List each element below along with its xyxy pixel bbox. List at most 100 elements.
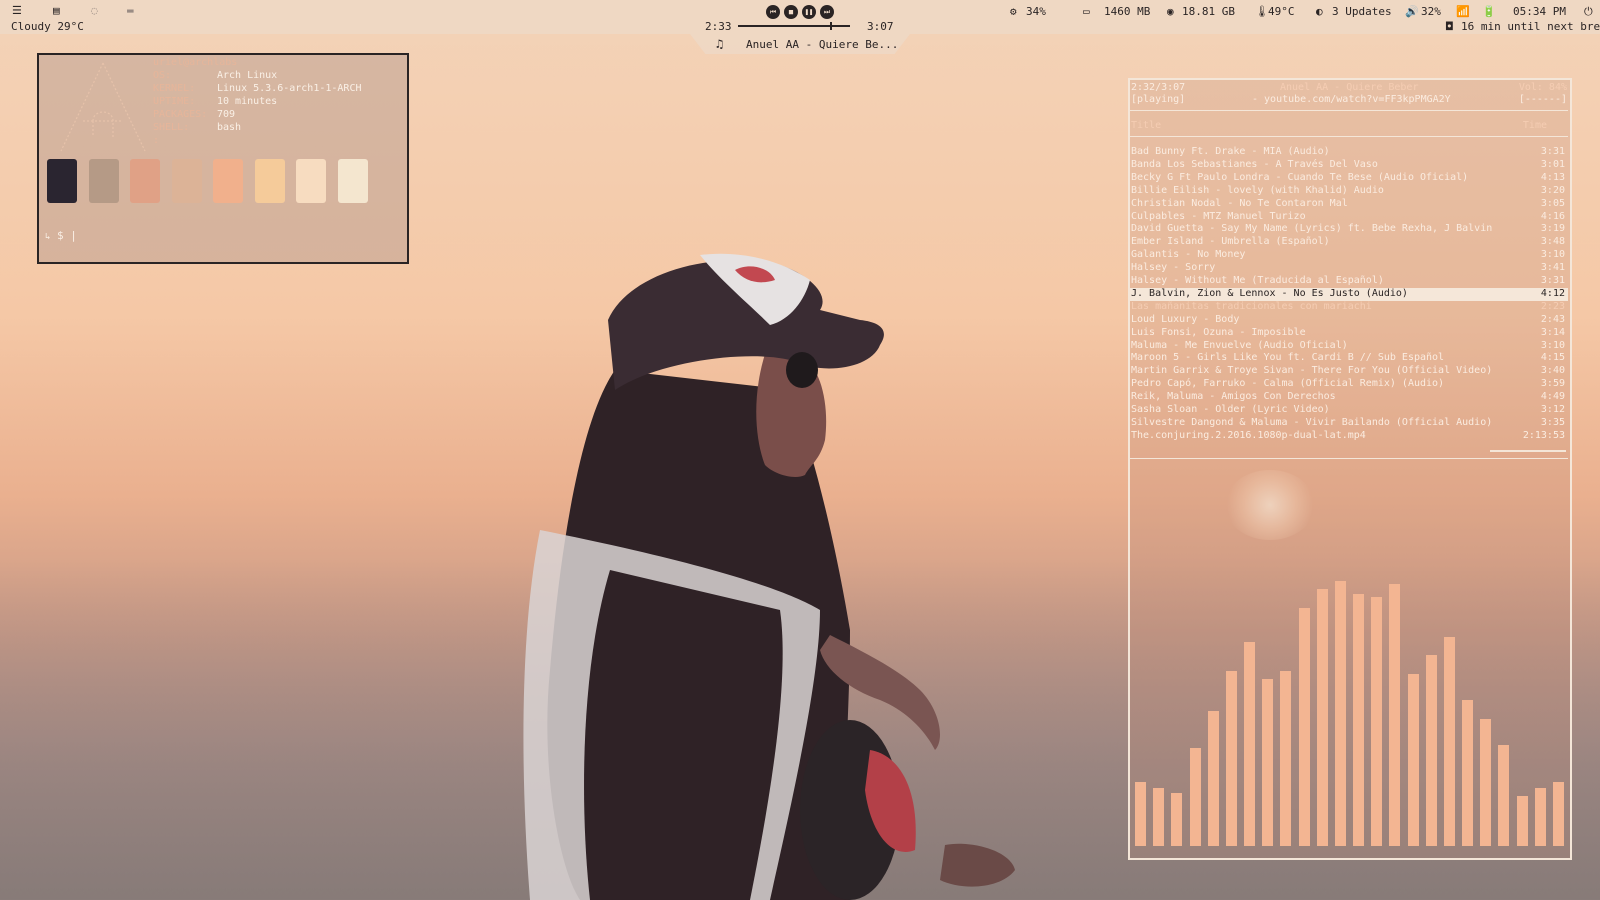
track-title: Las mañanitas tradicionales con mariachi — [1131, 300, 1372, 312]
playlist-row[interactable]: Luis Fonsi, Ozuna - Imposible 3:14 — [1130, 327, 1568, 340]
visualizer-bar — [1189, 747, 1201, 846]
track-duration: 3:40 — [1540, 365, 1565, 377]
next-icon[interactable]: ⏭ — [820, 5, 834, 19]
visualizer-bar — [1298, 607, 1310, 846]
ram-icon: ▭ — [1083, 5, 1090, 18]
updates-label[interactable]: 3 Updates — [1332, 5, 1392, 18]
track-title: Pedro Capó, Farruko - Calma (Official Re… — [1131, 378, 1445, 390]
track-duration: 3:48 — [1540, 236, 1565, 248]
column-title: Title — [1131, 120, 1162, 131]
track-title: Maluma - Me Envuelve (Audio Oficial) — [1131, 339, 1348, 351]
playlist-row[interactable]: Galantis - No Money 3:10 — [1130, 249, 1568, 262]
playlist-row[interactable]: Banda Los Sebastianes - A Través Del Vas… — [1130, 159, 1568, 172]
wifi-icon[interactable]: 📶 — [1456, 5, 1470, 18]
visualizer-bar — [1353, 594, 1364, 846]
playlist-row[interactable]: J. Balvin, Zion & Lennox - No Es Justo (… — [1130, 287, 1568, 301]
folder-icon[interactable]: ▬ — [127, 4, 134, 17]
visualizer-bar — [1425, 655, 1437, 846]
media-progress-knob[interactable] — [829, 22, 832, 30]
power-icon[interactable]: ⏻ — [1584, 5, 1593, 19]
media-progress-fill — [738, 25, 830, 27]
track-duration: 4:49 — [1540, 391, 1565, 403]
previous-icon[interactable]: ⏮ — [766, 5, 780, 19]
break-notice: 16 min until next break — [1461, 20, 1600, 33]
track-title: David Guetta - Say My Name (Lyrics) ft. … — [1131, 223, 1493, 235]
playlist-row[interactable]: Maroon 5 - Girls Like You ft. Cardi B //… — [1130, 352, 1568, 365]
color-swatch — [254, 159, 285, 203]
playlist-row[interactable]: Billie Eilish - lovely (with Khalid) Aud… — [1130, 185, 1568, 198]
playlist-row[interactable]: Pedro Capó, Farruko - Calma (Official Re… — [1130, 378, 1568, 391]
playlist-row[interactable]: Christian Nodal - No Te Contaron Mal 3:05 — [1130, 198, 1568, 211]
playlist-row[interactable]: Reik, Maluma - Amigos Con Derechos 4:49 — [1130, 391, 1568, 404]
player-state: [playing] — [1131, 94, 1186, 105]
playlist-row[interactable]: Becky G Ft Paulo Londra - Cuando Te Bese… — [1130, 172, 1568, 185]
playlist-row[interactable]: Sasha Sloan - Older (Lyric Video) 3:12 — [1130, 404, 1568, 417]
color-swatch — [213, 159, 243, 203]
track-title: Billie Eilish - lovely (with Khalid) Aud… — [1131, 184, 1384, 196]
playlist-row[interactable]: Halsey - Sorry 3:41 — [1130, 262, 1568, 275]
playlist-row[interactable]: Culpables - MTZ Manuel Turizo 4:16 — [1130, 211, 1568, 224]
neofetch-terminal[interactable]: uriel@archlabs OS: Arch Linux KERNEL: Linux… — [37, 53, 409, 264]
track-title: Culpables - MTZ Manuel Turizo — [1131, 210, 1306, 222]
track-duration: 3:20 — [1540, 184, 1565, 196]
visualizer-bar — [1225, 671, 1237, 846]
header-divider — [1130, 136, 1568, 137]
player-divider — [1130, 110, 1568, 111]
track-title: Galantis - No Money — [1131, 249, 1246, 261]
playlist-row[interactable]: Ember Island - Umbrella (Español) 3:48 — [1130, 236, 1568, 249]
break-icon: ◘ — [1446, 20, 1453, 33]
neofetch-cursor: : — [153, 135, 160, 146]
terminal-icon[interactable]: ▤ — [53, 4, 60, 17]
visualizer-bar — [1244, 641, 1255, 846]
cpu-icon: ⚙ — [1010, 5, 1017, 18]
playlist-row[interactable]: Halsey - Without Me (Traducida al Españo… — [1130, 275, 1568, 288]
media-progress[interactable] — [738, 22, 850, 30]
track-duration: 2:13:53 — [1522, 429, 1565, 441]
playlist-row[interactable]: Bad Bunny Ft. Drake - MIA (Audio) 3:31 — [1130, 146, 1568, 159]
battery-icon: 🔋 — [1482, 5, 1496, 18]
color-swatch — [296, 159, 326, 203]
visualizer-bar — [1262, 679, 1274, 846]
pause-icon[interactable]: ❚❚ — [802, 5, 816, 19]
color-swatch — [47, 159, 77, 203]
media-total: 3:07 — [867, 20, 894, 33]
player-url: - youtube.com/watch?v=FF3kpPMGA2Y — [1252, 94, 1451, 105]
neofetch-key: OS: — [153, 70, 172, 81]
track-title: Maroon 5 - Girls Like You ft. Cardi B //… — [1131, 352, 1445, 364]
track-duration: 3:05 — [1540, 197, 1565, 209]
shell-prompt[interactable]: ↳ $ | — [45, 229, 77, 242]
playlist-row[interactable]: Martin Garrix & Troye Sivan - There For … — [1130, 365, 1568, 378]
clock[interactable]: 05:34 PM — [1513, 5, 1566, 18]
playlist-row[interactable]: Maluma - Me Envuelve (Audio Oficial) 3:10 — [1130, 340, 1568, 353]
track-duration: 3:41 — [1540, 262, 1565, 274]
disk-usage: 18.81 GB — [1182, 5, 1235, 18]
top-panel: ☰ ▤ ◌ ▬ Cloudy 29°C 2:33 ⏮ ■ ❚❚ ⏭ 3:07 ⚙… — [0, 0, 1600, 34]
visualizer-bar — [1316, 588, 1328, 846]
audio-visualizer — [1130, 464, 1568, 858]
playlist-row[interactable]: Las mañanitas tradicionales con mariachi… — [1130, 301, 1568, 314]
visualizer-bar — [1334, 581, 1346, 846]
neofetch-value: 10 minutes — [217, 96, 278, 107]
menu-icon[interactable]: ☰ — [12, 4, 22, 17]
player-flags: [------] — [1518, 94, 1567, 105]
updates-icon: ◐ — [1316, 5, 1323, 18]
volume-level[interactable]: 32% — [1421, 5, 1441, 18]
playlist-row[interactable]: Silvestre Dangond & Maluma - Vivir Baila… — [1130, 417, 1568, 430]
music-player-window[interactable]: 2:32/3:07 Anuel AA - Quiere Beber Vol: 8… — [1128, 78, 1572, 860]
track-title: Silvestre Dangond & Maluma - Vivir Baila… — [1131, 416, 1493, 428]
volume-icon[interactable]: 🔊 — [1405, 5, 1419, 18]
player-position: 2:32/3:07 — [1131, 82, 1186, 93]
browser-icon[interactable]: ◌ — [91, 4, 98, 17]
stop-icon[interactable]: ■ — [784, 5, 798, 19]
playlist-scrollbar[interactable] — [1490, 450, 1566, 452]
visualizer-bar — [1516, 795, 1528, 846]
prompt-arrow-icon: ↳ — [45, 232, 51, 242]
playlist-row[interactable]: David Guetta - Say My Name (Lyrics) ft. … — [1130, 223, 1568, 236]
now-playing-tab: ♫ Anuel AA - Quiere Be... — [690, 34, 910, 54]
playlist-row[interactable]: Loud Luxury - Body 2:43 — [1130, 314, 1568, 327]
playlist-row[interactable]: The.conjuring.2.2016.1080p-dual-lat.mp4 2… — [1130, 430, 1568, 443]
track-title: Martin Garrix & Troye Sivan - There For … — [1131, 365, 1493, 377]
neofetch-value: bash — [217, 122, 242, 133]
color-swatch — [88, 159, 119, 203]
color-swatch — [130, 159, 160, 203]
